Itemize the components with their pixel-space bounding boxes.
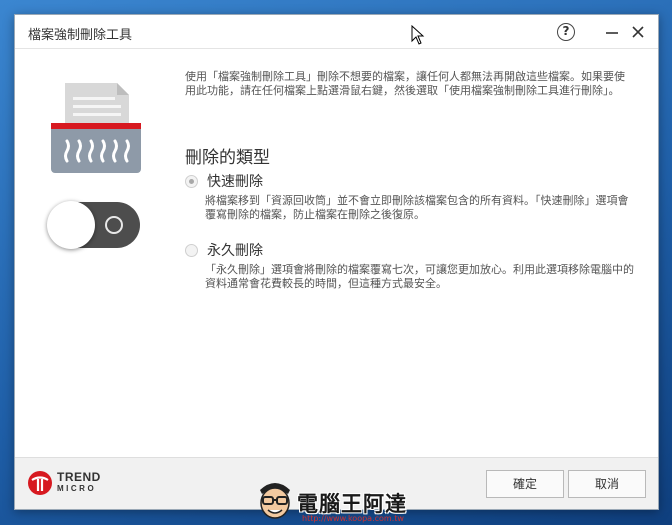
help-button[interactable]: ? [555,21,577,43]
cancel-button[interactable]: 取消 [568,470,646,498]
intro-description: 使用「檔案強制刪除工具」刪除不想要的檔案，讓任何人都無法再開啟這些檔案。如果要使… [185,70,625,97]
close-button[interactable] [627,21,649,43]
brand-bottom: MICRO [57,484,97,493]
quick-delete-option[interactable]: 快速刪除 將檔案移到「資源回收筒」並不會立即刪除該檔案包含的所有資料。「快速刪除… [185,171,635,222]
watermark-url: http://www.koopa.com.tw [302,514,404,523]
permanent-delete-radio[interactable] [185,243,198,257]
brand-top: TREND [57,470,101,484]
permanent-delete-description: 「永久刪除」選項會將刪除的檔案覆寫七次，可讓您更加放心。利用此選項移除電腦中的資… [205,263,634,290]
toggle-knob [47,201,95,249]
trend-micro-logo: TREND MICRO [27,470,101,496]
quick-delete-radio[interactable] [185,174,198,188]
mascot-face-icon [260,483,290,519]
file-shredder-window: 檔案強制刪除工具 ? 使用「檔案強制刪除工具」刪除不想要的檔案，讓任何人都無法再… [14,14,659,510]
trend-micro-logo-icon [28,471,52,495]
title-bar[interactable]: 檔案強制刪除工具 ? [15,15,658,49]
close-icon [632,26,644,38]
toggle-off-icon [105,216,123,234]
mouse-cursor-icon [411,25,425,45]
window-title: 檔案強制刪除工具 [28,28,133,43]
brand-wordmark: TREND MICRO [57,470,101,494]
minimize-icon [606,32,618,34]
permanent-delete-label: 永久刪除 [207,243,263,259]
permanent-delete-option[interactable]: 永久刪除 「永久刪除」選項會將刪除的檔案覆寫七次，可讓您更加放心。利用此選項移除… [185,240,635,291]
minimize-button[interactable] [601,21,623,43]
document-shredder-icon [51,83,141,173]
shredder-toggle-switch[interactable] [47,201,140,249]
help-icon: ? [557,23,575,41]
ok-button[interactable]: 確定 [486,470,564,498]
deletion-type-heading: 刪除的類型 [185,148,270,168]
watermark: 電腦王阿達 http://www.koopa.com.tw [250,476,430,525]
quick-delete-description: 將檔案移到「資源回收筒」並不會立即刪除該檔案包含的所有資料。「快速刪除」選項會覆… [205,194,629,221]
quick-delete-label: 快速刪除 [207,174,263,190]
